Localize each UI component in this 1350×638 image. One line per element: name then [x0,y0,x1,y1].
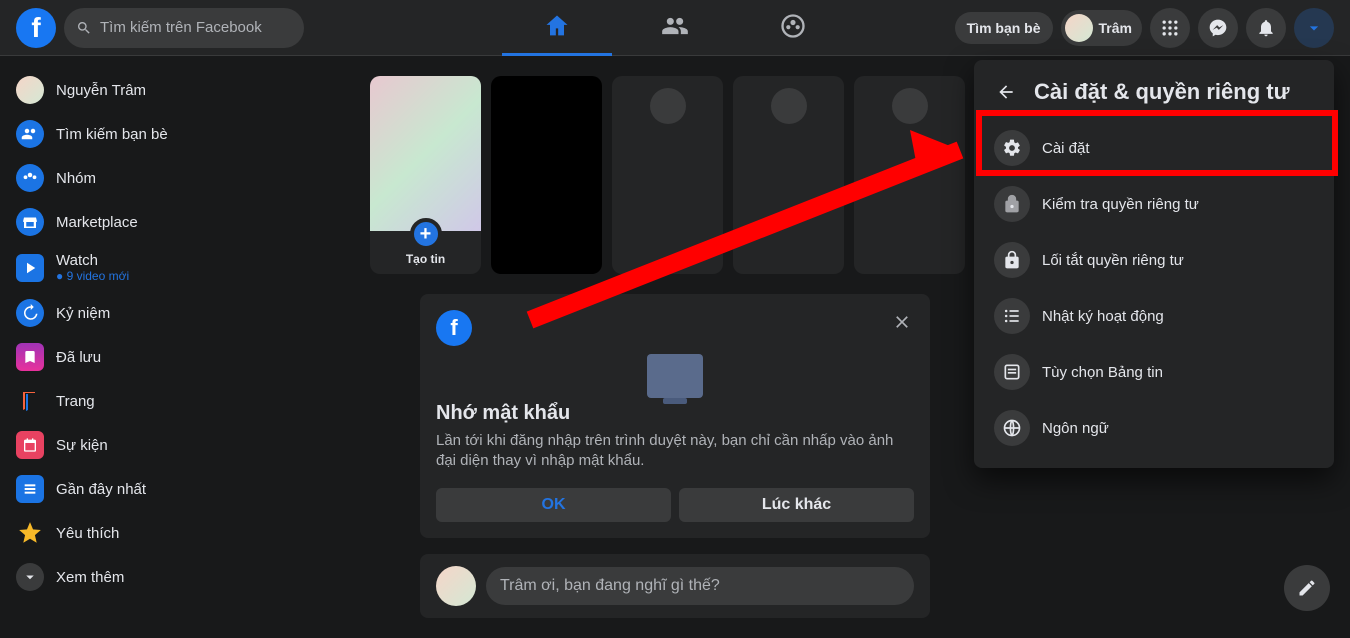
ok-button[interactable]: OK [436,488,671,522]
dropdown-item-language[interactable]: Ngôn ngữ [986,400,1322,456]
settings-dropdown: Cài đặt & quyền riêng tư Cài đặt Kiểm tr… [974,60,1334,468]
plus-icon: + [410,218,442,250]
story-avatar [771,88,807,124]
search-placeholder: Tìm kiếm trên Facebook [100,19,262,36]
card-text: Lần tới khi đăng nhập trên trình duyệt n… [436,431,914,472]
story-card[interactable] [854,76,965,274]
remember-password-card: f Nhớ mật khẩu Lần tới khi đăng nhập trê… [420,294,930,538]
dropdown-item-privacy-check[interactable]: Kiểm tra quyền riêng tư [986,176,1322,232]
composer-input[interactable]: Trâm ơi, bạn đang nghĩ gì thế? [486,567,914,605]
story-card[interactable] [733,76,844,274]
sidebar-item-groups[interactable]: Nhóm [8,156,352,200]
menu-button[interactable] [1150,8,1190,48]
sidebar-item-friends[interactable]: Tìm kiếm bạn bè [8,112,352,156]
create-story[interactable]: + Tạo tin [370,76,481,274]
notifications-button[interactable] [1246,8,1286,48]
sidebar-item-recent[interactable]: Gần đây nhất [8,467,352,511]
pages-icon [16,387,44,415]
bell-icon [1256,18,1276,38]
facebook-logo: f [436,310,472,346]
friends-icon [16,120,44,148]
account-dropdown-button[interactable] [1294,8,1334,48]
sidebar-item-profile[interactable]: Nguyễn Trâm [8,68,352,112]
sidebar-item-saved[interactable]: Đã lưu [8,335,352,379]
dropdown-title: Cài đặt & quyền riêng tư [1034,79,1290,105]
story-avatar [892,88,928,124]
header: f Tìm kiếm trên Facebook Tìm bạn bè Trâm [0,0,1350,56]
composer: Trâm ơi, bạn đang nghĩ gì thế? [420,554,930,618]
memories-icon [16,299,44,327]
back-button[interactable] [990,76,1022,108]
grid-icon [1160,18,1180,38]
card-title: Nhớ mật khẩu [436,402,914,425]
gear-icon [994,130,1030,166]
dropdown-item-activity-log[interactable]: Nhật ký hoạt động [986,288,1322,344]
sidebar-item-favorites[interactable]: Yêu thích [8,511,352,555]
globe-icon [994,410,1030,446]
profile-chip[interactable]: Trâm [1061,10,1142,46]
search-input[interactable]: Tìm kiếm trên Facebook [64,8,304,48]
chevron-down-icon [1304,18,1324,38]
chevron-down-icon [16,563,44,591]
dropdown-item-privacy-shortcuts[interactable]: Lối tắt quyền riêng tư [986,232,1322,288]
messenger-icon [1208,18,1228,38]
avatar [16,76,44,104]
watch-icon [16,254,44,282]
nav-groups[interactable] [738,0,848,56]
sidebar-item-more[interactable]: Xem thêm [8,555,352,599]
story-avatar [650,88,686,124]
illustration [647,354,703,398]
avatar [1065,14,1093,42]
groups-icon [16,164,44,192]
close-button[interactable] [886,306,918,338]
sidebar-item-watch[interactable]: Watch● 9 video mới [8,244,352,291]
events-icon [16,431,44,459]
main: + Tạo tin f Nhớ mật khẩu Lần tới khi đăn… [360,56,990,638]
sidebar-item-events[interactable]: Sự kiện [8,423,352,467]
edit-fab[interactable] [1284,565,1330,611]
saved-icon [16,343,44,371]
messenger-button[interactable] [1198,8,1238,48]
sidebar-item-pages[interactable]: Trang [8,379,352,423]
story-card[interactable] [612,76,723,274]
list-icon [994,298,1030,334]
find-friends-button[interactable]: Tìm bạn bè [955,12,1053,44]
marketplace-icon [16,208,44,236]
search-icon [76,20,92,36]
facebook-logo[interactable]: f [16,8,56,48]
profile-name: Trâm [1099,20,1132,36]
lock-icon [994,242,1030,278]
dropdown-item-settings[interactable]: Cài đặt [986,120,1322,176]
lock-open-icon [994,186,1030,222]
later-button[interactable]: Lúc khác [679,488,914,522]
close-icon [892,312,912,332]
edit-icon [1297,578,1317,598]
sidebar-item-memories[interactable]: Kỷ niệm [8,291,352,335]
avatar [436,566,476,606]
stories-row: + Tạo tin [370,76,980,274]
sidebar: Nguyễn Trâm Tìm kiếm bạn bè Nhóm Marketp… [0,56,360,611]
nav-home[interactable] [502,0,612,56]
favorites-icon [16,519,44,547]
dropdown-item-feed-prefs[interactable]: Tùy chọn Bảng tin [986,344,1322,400]
story-card[interactable] [491,76,602,274]
nav-friends[interactable] [620,0,730,56]
feed-icon [994,354,1030,390]
story-image [370,76,481,231]
center-nav [502,0,848,56]
arrow-left-icon [996,82,1016,102]
sidebar-item-marketplace[interactable]: Marketplace [8,200,352,244]
header-right: Tìm bạn bè Trâm [955,8,1334,48]
recent-icon [16,475,44,503]
